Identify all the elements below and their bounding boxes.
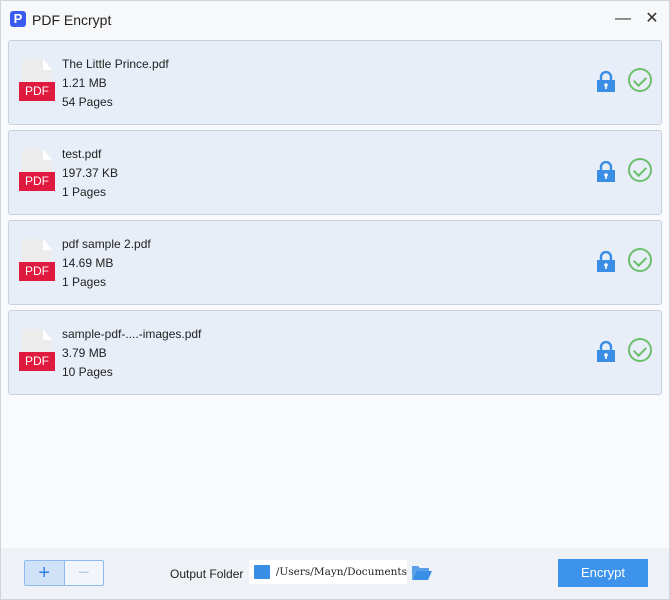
- file-item[interactable]: PDF sample-pdf-....-images.pdf 3.79 MB 1…: [8, 310, 662, 395]
- success-check-icon: [628, 68, 652, 92]
- file-name: pdf sample 2.pdf: [62, 237, 151, 251]
- file-list: PDF The Little Prince.pdf 1.21 MB 54 Pag…: [1, 38, 669, 548]
- file-info: The Little Prince.pdf 1.21 MB 54 Pages: [62, 55, 169, 112]
- file-item[interactable]: PDF The Little Prince.pdf 1.21 MB 54 Pag…: [8, 40, 662, 125]
- output-path-field[interactable]: /Users/Mayn/Documents: [249, 560, 407, 584]
- file-pages: 54 Pages: [62, 95, 113, 109]
- bottom-bar: + − Output Folder /Users/Mayn/Documents …: [1, 548, 669, 599]
- remove-file-button[interactable]: −: [65, 561, 104, 585]
- pdf-file-icon: PDF: [19, 239, 55, 283]
- pdf-file-icon: PDF: [19, 329, 55, 373]
- app-logo-icon: P: [10, 11, 26, 27]
- pdf-file-icon: PDF: [19, 149, 55, 193]
- file-info: pdf sample 2.pdf 14.69 MB 1 Pages: [62, 235, 151, 292]
- file-info: sample-pdf-....-images.pdf 3.79 MB 10 Pa…: [62, 325, 201, 382]
- file-size: 197.37 KB: [62, 166, 119, 180]
- success-check-icon: [628, 158, 652, 182]
- file-name: test.pdf: [62, 147, 102, 161]
- file-pages: 10 Pages: [62, 365, 113, 379]
- file-pages: 1 Pages: [62, 275, 107, 289]
- window-title: PDF Encrypt: [32, 12, 112, 28]
- pdf-file-icon: PDF: [19, 59, 55, 103]
- file-item[interactable]: PDF test.pdf 197.37 KB 1 Pages: [8, 130, 662, 215]
- title-bar: P PDF Encrypt — ✕: [1, 1, 669, 38]
- file-size: 1.21 MB: [62, 76, 107, 90]
- output-folder-label: Output Folder: [170, 567, 244, 581]
- file-info: test.pdf 197.37 KB 1 Pages: [62, 145, 118, 202]
- app-window: P PDF Encrypt — ✕ PDF The Little Prince.…: [0, 0, 670, 600]
- success-check-icon: [628, 248, 652, 272]
- open-folder-icon[interactable]: [411, 563, 432, 581]
- file-pages: 1 Pages: [62, 185, 107, 199]
- lock-icon[interactable]: [597, 341, 615, 362]
- minimize-button[interactable]: —: [613, 9, 633, 29]
- close-button[interactable]: ✕: [642, 9, 662, 29]
- folder-icon: [254, 565, 270, 579]
- file-size: 3.79 MB: [62, 346, 107, 360]
- output-path-text: /Users/Mayn/Documents: [275, 566, 407, 578]
- add-file-button[interactable]: +: [25, 561, 65, 585]
- lock-icon[interactable]: [597, 251, 615, 272]
- file-item[interactable]: PDF pdf sample 2.pdf 14.69 MB 1 Pages: [8, 220, 662, 305]
- success-check-icon: [628, 338, 652, 362]
- encrypt-button[interactable]: Encrypt: [558, 559, 648, 587]
- lock-icon[interactable]: [597, 161, 615, 182]
- lock-icon[interactable]: [597, 71, 615, 92]
- file-name: The Little Prince.pdf: [62, 57, 169, 71]
- file-name: sample-pdf-....-images.pdf: [62, 327, 202, 341]
- add-remove-group: + −: [24, 560, 104, 586]
- file-size: 14.69 MB: [62, 256, 114, 270]
